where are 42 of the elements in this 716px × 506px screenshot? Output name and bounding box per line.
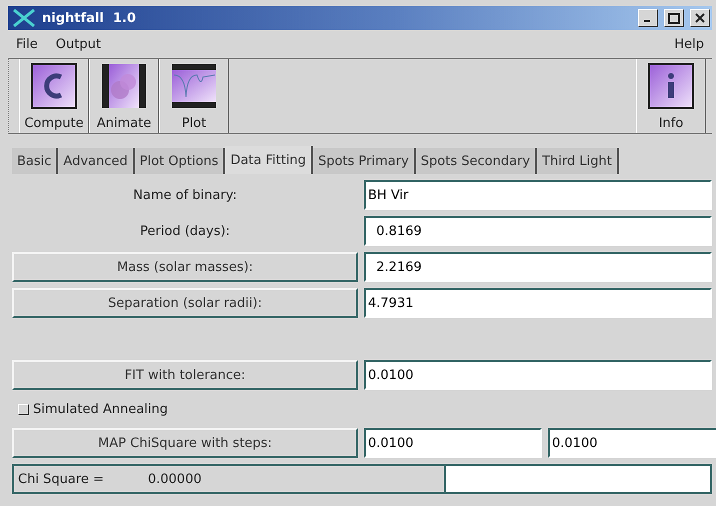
action-button[interactable]: Separation (solar radii): bbox=[12, 288, 358, 318]
input-field[interactable]: 0.0100 bbox=[364, 428, 542, 458]
maximize-button[interactable] bbox=[664, 9, 684, 27]
tab[interactable]: Data Fitting bbox=[225, 146, 314, 174]
app-logo-icon bbox=[12, 9, 36, 27]
input-field[interactable]: 0.8169 bbox=[364, 216, 712, 246]
close-icon bbox=[695, 13, 705, 23]
status-label: Chi Square = bbox=[18, 472, 104, 486]
film-spheres-icon bbox=[101, 63, 147, 109]
input-field[interactable]: 0.0100 bbox=[548, 428, 716, 458]
info-icon bbox=[648, 63, 694, 109]
tab[interactable]: Advanced bbox=[58, 148, 135, 174]
window-title: nightfall 1.0 bbox=[42, 10, 137, 26]
toolbar-button[interactable]: Compute bbox=[19, 59, 89, 133]
action-button[interactable]: FIT with tolerance: bbox=[12, 360, 358, 390]
letter-tile-icon bbox=[31, 63, 77, 109]
toolbar-button[interactable]: Plot bbox=[159, 59, 229, 133]
tab[interactable]: Third Light bbox=[537, 148, 619, 174]
checkbox-label: Simulated Annealing bbox=[33, 402, 168, 416]
toolbar-button[interactable]: Animate bbox=[89, 59, 159, 133]
menu-item[interactable]: Output bbox=[56, 36, 101, 52]
maximize-icon bbox=[668, 12, 680, 24]
minimize-button[interactable] bbox=[638, 9, 658, 27]
close-button[interactable] bbox=[690, 9, 710, 27]
film-curve-icon bbox=[171, 63, 217, 109]
tab[interactable]: Plot Options bbox=[134, 148, 226, 174]
input-field[interactable]: 4.7931 bbox=[364, 288, 712, 318]
menu-item[interactable]: Help bbox=[674, 36, 704, 52]
tab[interactable]: Spots Secondary bbox=[416, 148, 538, 174]
toolbar-button[interactable]: Info bbox=[636, 59, 706, 133]
input-field[interactable]: BH Vir bbox=[364, 180, 712, 210]
tab[interactable]: Spots Primary bbox=[313, 148, 416, 174]
menu-item[interactable]: File bbox=[16, 36, 38, 52]
checkbox[interactable] bbox=[18, 404, 29, 414]
status-value: 0.00000 bbox=[148, 472, 202, 486]
input-field[interactable]: 0.0100 bbox=[364, 360, 712, 390]
field-label: Name of binary: bbox=[132, 186, 238, 204]
input-field[interactable]: 2.2169 bbox=[364, 252, 712, 282]
action-button[interactable]: Mass (solar masses): bbox=[12, 252, 358, 282]
field-label: Period (days): bbox=[139, 222, 231, 240]
tab[interactable]: Basic bbox=[12, 148, 58, 174]
action-button[interactable]: MAP ChiSquare with steps: bbox=[12, 428, 358, 458]
